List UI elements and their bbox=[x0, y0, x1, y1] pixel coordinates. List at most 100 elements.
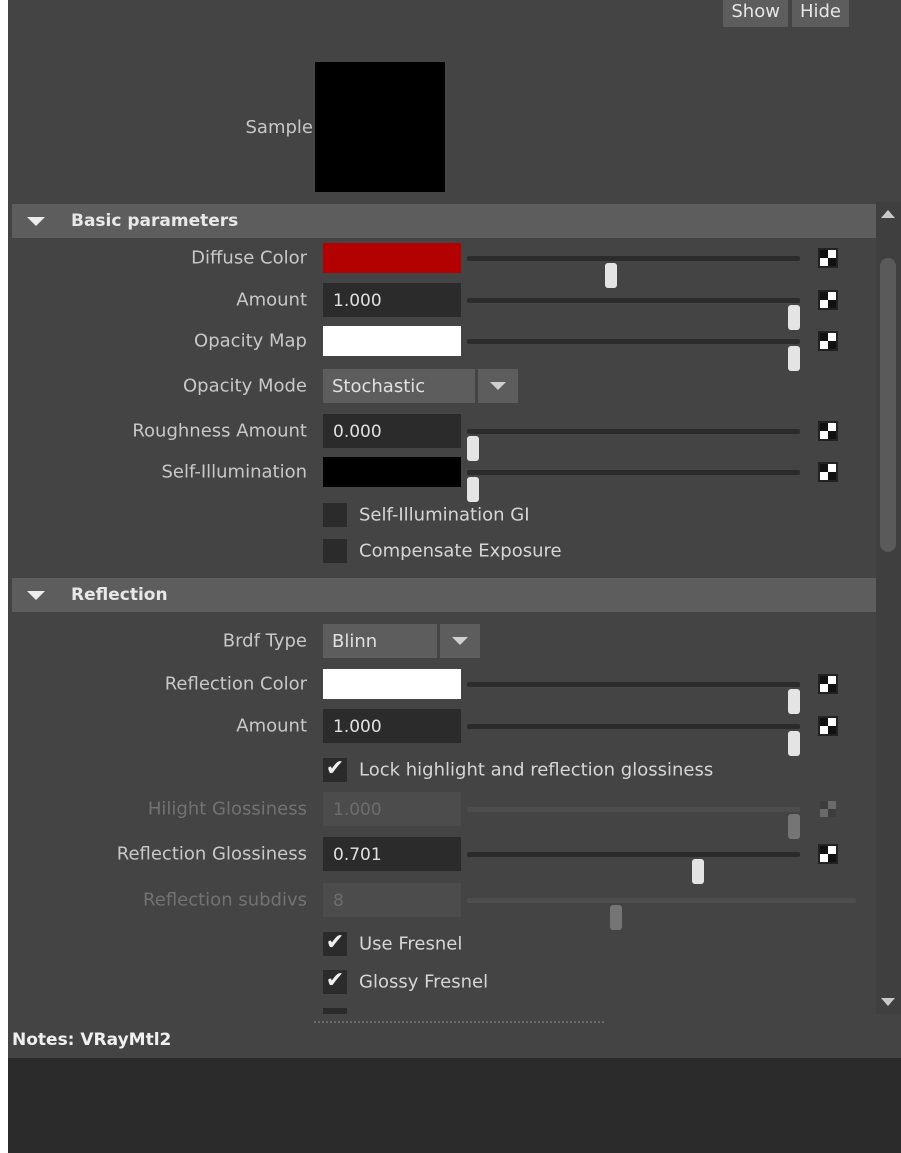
map-button-checker-icon[interactable] bbox=[818, 421, 838, 441]
roughness-slider[interactable] bbox=[467, 429, 800, 461]
map-button-checker-icon[interactable] bbox=[818, 248, 838, 268]
row-hilight-glossiness: Hilight Glossiness 1.000 bbox=[8, 790, 901, 839]
row-compensate-exposure: Compensate Exposure bbox=[8, 532, 901, 570]
reflection-subdivs-slider bbox=[467, 898, 856, 930]
amount-slider[interactable] bbox=[467, 298, 800, 330]
roughness-field[interactable]: 0.000 bbox=[323, 414, 461, 448]
reflection-glossiness-label: Reflection Glossiness bbox=[116, 843, 307, 865]
use-fresnel-label: Use Fresnel bbox=[359, 933, 463, 955]
hilight-glossiness-slider bbox=[467, 807, 800, 839]
opacity-slider[interactable] bbox=[467, 339, 800, 371]
sample-label: Sample bbox=[245, 117, 314, 138]
hilight-glossiness-label: Hilight Glossiness bbox=[147, 798, 307, 820]
roughness-label: Roughness Amount bbox=[132, 420, 307, 442]
opacity-map-swatch[interactable] bbox=[323, 326, 461, 356]
map-button-checker-icon bbox=[818, 799, 838, 819]
sample-swatch[interactable] bbox=[315, 62, 445, 192]
opacity-map-label: Opacity Map bbox=[194, 330, 307, 352]
amount-label: Amount bbox=[236, 289, 307, 311]
use-fresnel-checkbox[interactable]: ✔ bbox=[323, 930, 347, 956]
scroll-up-icon[interactable] bbox=[881, 210, 895, 218]
checkbox-empty bbox=[323, 501, 347, 525]
scroll-down-icon[interactable] bbox=[881, 998, 895, 1006]
row-use-fresnel: ✔ Use Fresnel bbox=[8, 925, 901, 963]
reflection-subdivs-label: Reflection subdivs bbox=[143, 889, 307, 911]
compensate-exposure-checkbox[interactable] bbox=[323, 539, 347, 563]
diffuse-color-swatch[interactable] bbox=[323, 243, 461, 273]
hilight-glossiness-field: 1.000 bbox=[323, 792, 461, 826]
map-button-checker-icon[interactable] bbox=[818, 290, 838, 310]
row-opacity-mode: Opacity Mode Stochastic bbox=[8, 367, 901, 405]
reflection-color-slider[interactable] bbox=[467, 682, 800, 714]
self-illumination-swatch[interactable] bbox=[323, 457, 461, 487]
reflection-amount-slider[interactable] bbox=[467, 724, 800, 756]
diffuse-slider[interactable] bbox=[467, 256, 800, 288]
reflection-amount-label: Amount bbox=[236, 715, 307, 737]
notes-textarea[interactable] bbox=[8, 1058, 901, 1153]
show-button[interactable]: Show bbox=[723, 0, 788, 27]
glossy-fresnel-label: Glossy Fresnel bbox=[359, 971, 489, 993]
reflection-amount-field[interactable]: 1.000 bbox=[323, 709, 461, 743]
lock-glossiness-label: Lock highlight and reflection glossiness bbox=[359, 759, 714, 781]
map-button-checker-icon[interactable] bbox=[818, 331, 838, 351]
row-partial-checkbox bbox=[8, 1002, 901, 1014]
section-title: Basic parameters bbox=[71, 211, 239, 231]
dropdown-arrow-icon[interactable] bbox=[478, 369, 518, 403]
row-reflection-glossiness: Reflection Glossiness 0.701 bbox=[8, 835, 901, 884]
dropdown-arrow-icon[interactable] bbox=[440, 624, 480, 658]
checkmark-icon: ✔ bbox=[325, 930, 345, 955]
lock-glossiness-checkbox[interactable]: ✔ bbox=[323, 756, 347, 782]
row-self-illumination-gi: Self-Illumination GI bbox=[8, 496, 901, 534]
opacity-mode-dropdown[interactable]: Stochastic bbox=[323, 369, 518, 403]
compensate-exposure-label: Compensate Exposure bbox=[359, 540, 562, 562]
checkmark-icon: ✔ bbox=[325, 756, 345, 781]
self-illumination-gi-label: Self-Illumination GI bbox=[359, 504, 530, 526]
brdf-type-dropdown[interactable]: Blinn bbox=[323, 624, 480, 658]
vertical-scrollbar[interactable] bbox=[876, 202, 901, 1014]
row-lock-glossiness: ✔ Lock highlight and reflection glossine… bbox=[8, 751, 901, 789]
collapse-triangle-icon bbox=[27, 590, 45, 600]
reflection-color-label: Reflection Color bbox=[164, 673, 307, 695]
attributes-scroll-area: Basic parameters Diffuse Color Amount 1.… bbox=[8, 202, 901, 1014]
row-glossy-fresnel: ✔ Glossy Fresnel bbox=[8, 963, 901, 1001]
checkbox-empty bbox=[323, 537, 347, 561]
brdf-type-value: Blinn bbox=[323, 624, 437, 658]
row-diffuse-color: Diffuse Color bbox=[8, 239, 901, 288]
reflection-glossiness-field[interactable]: 0.701 bbox=[323, 837, 461, 871]
reflection-subdivs-field: 8 bbox=[323, 883, 461, 917]
map-button-checker-icon[interactable] bbox=[818, 674, 838, 694]
row-roughness: Roughness Amount 0.000 bbox=[8, 412, 901, 461]
map-button-checker-icon[interactable] bbox=[818, 844, 838, 864]
section-title: Reflection bbox=[71, 585, 168, 605]
self-illumination-label: Self-Illumination bbox=[161, 461, 307, 483]
row-opacity-map: Opacity Map bbox=[8, 322, 901, 371]
map-button-checker-icon[interactable] bbox=[818, 462, 838, 482]
opacity-mode-value: Stochastic bbox=[323, 369, 475, 403]
map-button-checker-icon[interactable] bbox=[818, 716, 838, 736]
self-illumination-slider[interactable] bbox=[467, 470, 800, 502]
scrollbar-thumb[interactable] bbox=[880, 258, 896, 552]
row-brdf-type: Brdf Type Blinn bbox=[8, 622, 901, 660]
diffuse-color-label: Diffuse Color bbox=[191, 247, 307, 269]
amount-field[interactable]: 1.000 bbox=[323, 283, 461, 317]
brdf-type-label: Brdf Type bbox=[222, 630, 307, 652]
row-reflection-amount: Amount 1.000 bbox=[8, 707, 901, 756]
collapse-triangle-icon bbox=[27, 216, 45, 226]
section-basic-parameters[interactable]: Basic parameters bbox=[12, 204, 876, 238]
opacity-mode-label: Opacity Mode bbox=[183, 375, 307, 397]
attribute-editor-panel: Show Hide Sample Basic parameters Diffus… bbox=[8, 0, 901, 1153]
notes-label: Notes: VRayMtl2 bbox=[12, 1030, 172, 1050]
checkmark-icon: ✔ bbox=[325, 968, 345, 993]
row-self-illumination: Self-Illumination bbox=[8, 453, 901, 502]
hide-button[interactable]: Hide bbox=[791, 0, 849, 27]
top-buttons: Show Hide bbox=[723, 0, 849, 27]
panel-splitter[interactable] bbox=[8, 1014, 901, 1028]
glossy-fresnel-checkbox[interactable]: ✔ bbox=[323, 968, 347, 994]
row-amount: Amount 1.000 bbox=[8, 281, 901, 330]
row-reflection-subdivs: Reflection subdivs 8 bbox=[8, 881, 901, 930]
row-reflection-color: Reflection Color bbox=[8, 665, 901, 714]
reflection-glossiness-slider[interactable] bbox=[467, 852, 800, 884]
self-illumination-gi-checkbox[interactable] bbox=[323, 503, 347, 527]
reflection-color-swatch[interactable] bbox=[323, 669, 461, 699]
section-reflection[interactable]: Reflection bbox=[12, 578, 876, 612]
